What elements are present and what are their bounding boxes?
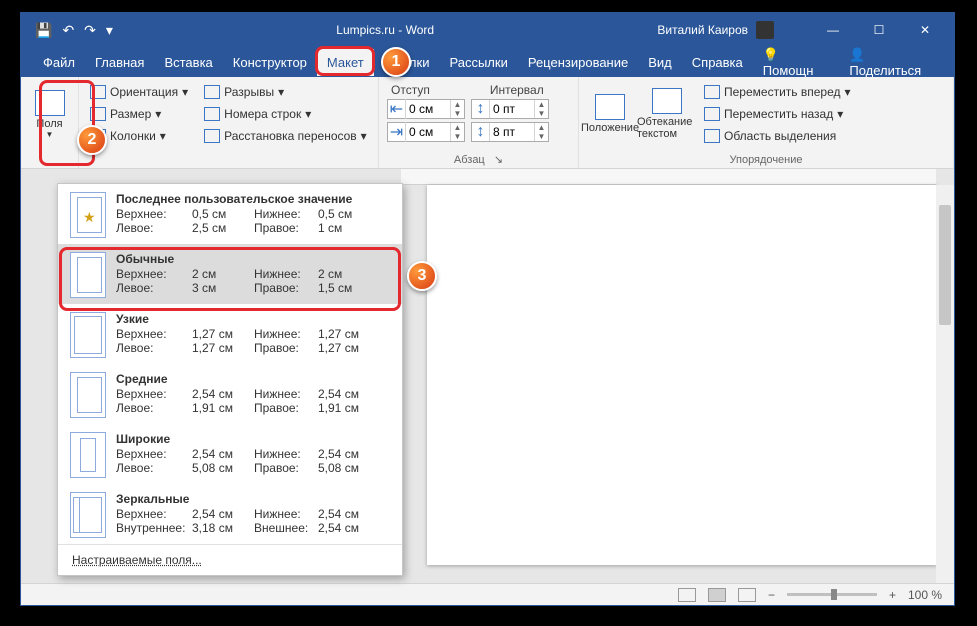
quick-access-toolbar: 💾 ↶ ↷ ▾ — [21, 22, 113, 39]
tab-insert[interactable]: Вставка — [154, 49, 222, 76]
indent-right-input[interactable]: ⇥▲▼ — [387, 122, 465, 142]
margins-option-wide[interactable]: Широкие Верхнее:2,54 смНижнее:2,54 см Ле… — [58, 424, 402, 484]
tab-view[interactable]: Вид — [638, 49, 682, 76]
margins-option-last-custom[interactable]: ★ Последнее пользовательское значение Ве… — [58, 184, 402, 244]
margins-option-narrow[interactable]: Узкие Верхнее:1,27 смНижнее:1,27 см Лево… — [58, 304, 402, 364]
wrap-text-button[interactable]: Обтекание текстом — [637, 81, 697, 147]
ribbon: Поля ▼ Ориентация ▾ Размер ▾ Колонки ▾ Р… — [21, 77, 954, 169]
bring-forward-icon — [704, 85, 720, 99]
paragraph-group-label: Абзац ↘ — [387, 151, 570, 166]
undo-icon[interactable]: ↶ — [62, 22, 74, 39]
zoom-in-icon[interactable]: + — [889, 588, 896, 602]
wrap-icon — [652, 88, 682, 114]
horizontal-ruler[interactable] — [401, 169, 936, 185]
user-avatar[interactable] — [756, 21, 774, 39]
line-numbers-button[interactable]: Номера строк ▾ — [201, 103, 370, 125]
margin-thumb-icon — [70, 432, 106, 478]
selection-icon — [704, 129, 720, 143]
annotation-badge-2: 2 — [77, 125, 107, 155]
selection-pane-button[interactable]: Область выделения — [701, 125, 854, 147]
margin-thumb-icon — [70, 312, 106, 358]
tab-file[interactable]: Файл — [33, 49, 85, 76]
hyphen-icon — [204, 129, 220, 143]
margins-icon — [35, 90, 65, 116]
position-icon — [595, 94, 625, 120]
tab-home[interactable]: Главная — [85, 49, 154, 76]
indent-label: Отступ — [391, 83, 430, 97]
bring-forward-button[interactable]: Переместить вперед ▾ — [701, 81, 854, 103]
breaks-icon — [204, 85, 220, 99]
print-layout-icon[interactable] — [708, 588, 726, 602]
window-title: Lumpics.ru - Word — [113, 23, 657, 37]
send-backward-button[interactable]: Переместить назад ▾ — [701, 103, 854, 125]
page[interactable] — [427, 185, 937, 565]
spacing-before-input[interactable]: ↕▲▼ — [471, 99, 549, 119]
size-button[interactable]: Размер ▾ — [87, 103, 191, 125]
zoom-out-icon[interactable]: − — [768, 588, 775, 602]
margins-option-medium[interactable]: Средние Верхнее:2,54 смНижнее:2,54 см Ле… — [58, 364, 402, 424]
margin-thumb-icon — [70, 372, 106, 418]
vertical-scrollbar[interactable] — [936, 185, 954, 583]
margins-option-mirrored[interactable]: Зеркальные Верхнее:2,54 смНижнее:2,54 см… — [58, 484, 402, 544]
annotation-badge-1: 1 — [381, 47, 411, 77]
hyphenation-button[interactable]: Расстановка переносов ▾ — [201, 125, 370, 147]
zoom-level[interactable]: 100 % — [908, 588, 942, 602]
orientation-icon — [90, 85, 106, 99]
tab-help[interactable]: Справка — [682, 49, 753, 76]
tab-review[interactable]: Рецензирование — [518, 49, 638, 76]
tab-layout[interactable]: Макет — [317, 49, 374, 76]
margin-thumb-icon: ★ — [70, 192, 106, 238]
qat-more-icon[interactable]: ▾ — [106, 22, 113, 39]
tab-design[interactable]: Конструктор — [223, 49, 317, 76]
size-icon — [90, 107, 106, 121]
user-name[interactable]: Виталий Каиров — [657, 23, 748, 37]
margin-thumb-icon — [70, 492, 106, 538]
web-layout-icon[interactable] — [738, 588, 756, 602]
margins-button[interactable]: Поля ▼ — [29, 81, 70, 147]
breaks-button[interactable]: Разрывы ▾ — [201, 81, 370, 103]
send-backward-icon — [704, 107, 720, 121]
margin-thumb-icon — [70, 252, 106, 298]
read-mode-icon[interactable] — [678, 588, 696, 602]
redo-icon[interactable]: ↷ — [84, 22, 96, 39]
lineno-icon — [204, 107, 220, 121]
position-button[interactable]: Положение — [587, 81, 633, 147]
save-icon[interactable]: 💾 — [35, 22, 52, 39]
spacing-label: Интервал — [490, 83, 544, 97]
tab-mailings[interactable]: Рассылки — [439, 49, 517, 76]
annotation-badge-3: 3 — [407, 261, 437, 291]
status-bar: − + 100 % — [21, 583, 954, 605]
spacing-after-input[interactable]: ↕▲▼ — [471, 122, 549, 142]
margins-dropdown: ★ Последнее пользовательское значение Ве… — [57, 183, 403, 576]
orientation-button[interactable]: Ориентация ▾ — [87, 81, 191, 103]
custom-margins-link[interactable]: Настраиваемые поля... — [58, 544, 402, 575]
ribbon-tabs: Файл Главная Вставка Конструктор Макет С… — [21, 47, 954, 77]
margins-option-normal[interactable]: Обычные Верхнее:2 смНижнее:2 см Левое:3 … — [58, 244, 402, 304]
arrange-group-label: Упорядочение — [587, 152, 945, 166]
zoom-slider[interactable] — [787, 593, 877, 596]
indent-left-input[interactable]: ⇤▲▼ — [387, 99, 465, 119]
